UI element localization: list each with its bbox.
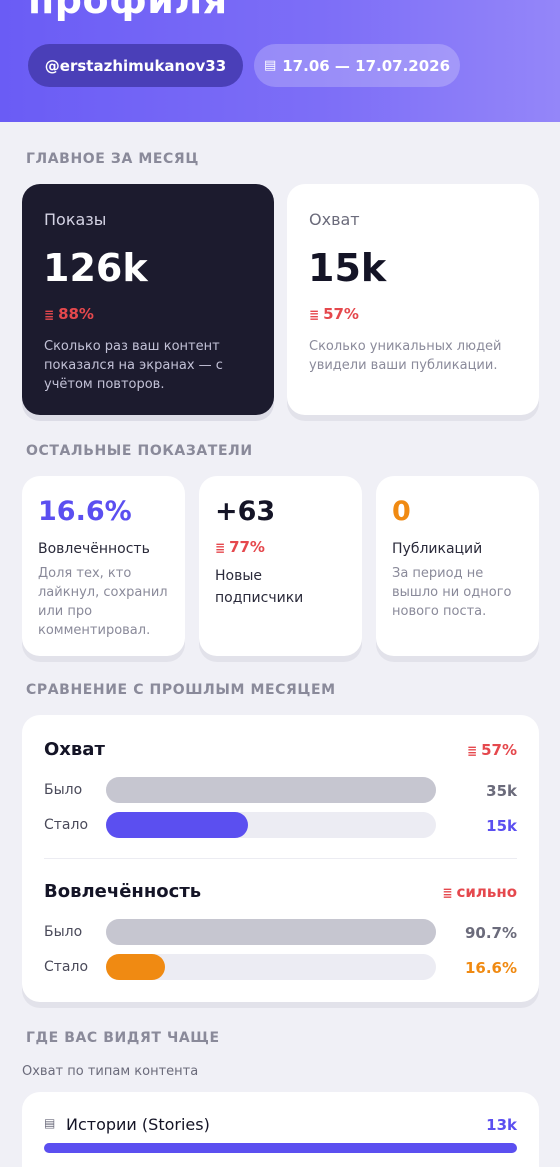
reach-before-value: 35k: [486, 782, 517, 800]
reach-delta: ≣ 57%: [309, 305, 359, 323]
username-badge[interactable]: @erstazhimukanov33: [28, 44, 243, 87]
content-type-value: 13k: [486, 1116, 517, 1134]
impressions-value: 126k: [43, 246, 148, 290]
profile-header: профиля @erstazhimukanov33 ▤ 17.06 — 17.…: [0, 0, 560, 122]
section-label-comparison: СРАВНЕНИЕ С ПРОШЛЫМ МЕСЯЦЕМ: [26, 682, 336, 698]
calendar-icon: ▤: [263, 58, 277, 73]
content-type-bar: [44, 1143, 517, 1153]
down-bars-icon: ≣: [442, 886, 453, 900]
reach-after-bar: [106, 812, 436, 838]
down-bars-icon: ≣: [309, 308, 320, 322]
comparison-engagement-delta: ≣ сильно: [442, 883, 517, 901]
reach-card[interactable]: Охват 15k ≣ 57% Сколько уникальных людей …: [287, 184, 539, 415]
engagement-before-value: 90.7%: [464, 924, 517, 942]
comparison-reach-title: Охват: [44, 739, 105, 760]
reach-after-label: Стало: [44, 817, 89, 833]
followers-delta: ≣ 77%: [215, 538, 265, 556]
reach-after-fill: [106, 812, 248, 838]
followers-label: Новые подписчики: [215, 568, 304, 606]
engagement-before-label: Было: [44, 924, 83, 940]
engagement-before-bar: [106, 919, 436, 945]
posts-value: 0: [392, 496, 411, 527]
engagement-after-label: Стало: [44, 959, 89, 975]
comparison-engagement-title: Вовлечённость: [44, 881, 202, 902]
where-seen-sublabel: Охват по типам контента: [22, 1064, 199, 1079]
down-bars-icon: ≣: [467, 744, 478, 758]
engagement-label: Вовлечённость: [38, 541, 150, 557]
down-bars-icon: ≣: [215, 541, 226, 555]
content-types-card: ▤ Истории (Stories) 13k: [22, 1092, 539, 1167]
stories-icon: ▤: [44, 1116, 56, 1130]
content-type-title: Истории (Stories): [66, 1115, 210, 1134]
comparison-card: Охват ≣ 57% Было 35k Стало 15k Вовлечённо…: [22, 715, 539, 1002]
comparison-divider: [44, 858, 517, 859]
reach-after-value: 15k: [486, 817, 517, 835]
engagement-after-bar: [106, 954, 436, 980]
posts-label: Публикаций: [392, 541, 483, 557]
impressions-card[interactable]: Показы 126k ≣ 88% Сколько раз ваш контент…: [22, 184, 274, 415]
engagement-after-value: 16.6%: [464, 959, 517, 977]
engagement-card[interactable]: 16.6% Вовлечённость Доля тех, кто лайкну…: [22, 476, 185, 656]
impressions-description: Сколько раз ваш контент показался на экр…: [44, 339, 223, 392]
reach-value: 15k: [308, 246, 387, 290]
reach-label: Охват: [309, 210, 360, 229]
page-title: профиля: [28, 0, 228, 22]
reach-before-bar: [106, 777, 436, 803]
date-range-button[interactable]: ▤ 17.06 — 17.07.2026: [254, 44, 460, 87]
content-type-fill: [44, 1143, 517, 1153]
engagement-description: Доля тех, кто лайкнул, сохранил или про …: [38, 566, 168, 638]
followers-card[interactable]: +63 ≣ 77% Новые подписчики: [199, 476, 362, 656]
posts-card[interactable]: 0 Публикаций За период не вышло ни одног…: [376, 476, 539, 656]
date-range-text: 17.06 — 17.07.2026: [282, 56, 451, 75]
posts-description: За период не вышло ни одного нового пост…: [392, 566, 512, 619]
section-label-main: ГЛАВНОЕ ЗА МЕСЯЦ: [26, 151, 199, 167]
engagement-after-fill: [106, 954, 166, 980]
reach-description: Сколько уникальных людей увидели ваши пу…: [309, 339, 502, 373]
comparison-reach-delta: ≣ 57%: [467, 741, 517, 759]
reach-before-fill: [106, 777, 436, 803]
engagement-value: 16.6%: [38, 496, 132, 527]
impressions-label: Показы: [44, 210, 107, 229]
reach-before-label: Было: [44, 782, 83, 798]
down-bars-icon: ≣: [44, 308, 55, 322]
section-label-where-seen: ГДЕ ВАС ВИДЯТ ЧАЩЕ: [26, 1030, 220, 1046]
followers-value: +63: [215, 496, 276, 527]
impressions-delta: ≣ 88%: [44, 305, 94, 323]
engagement-before-fill: [106, 919, 436, 945]
section-label-other: ОСТАЛЬНЫЕ ПОКАЗАТЕЛИ: [26, 443, 253, 459]
